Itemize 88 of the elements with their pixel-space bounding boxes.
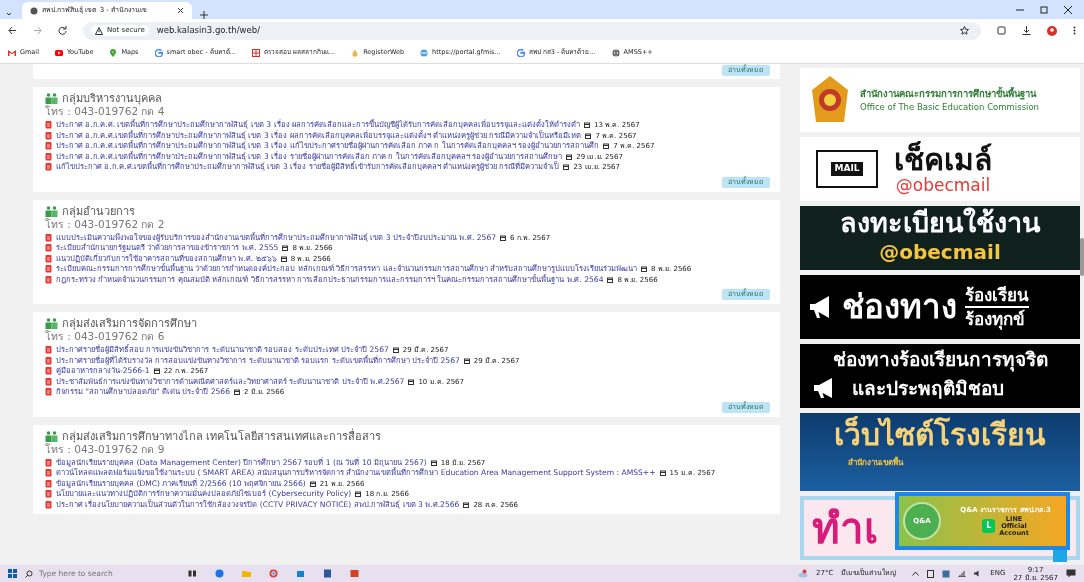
calendar-icon bbox=[309, 480, 316, 487]
banner[interactable]: MAIL เช็คเมล์ @obecmail bbox=[800, 137, 1080, 201]
banner-subtitle: ร้องทุกข์ bbox=[965, 308, 1026, 330]
calendar-icon bbox=[463, 501, 470, 508]
pdf-icon bbox=[45, 458, 52, 467]
calendar-icon bbox=[153, 368, 160, 375]
play-icon bbox=[54, 48, 63, 57]
chevron-up-icon[interactable] bbox=[912, 571, 920, 576]
calendar-icon bbox=[566, 153, 573, 160]
section-phone: โทร : 043-019762 กด 2 bbox=[45, 217, 166, 230]
calendar-icon bbox=[392, 347, 399, 354]
calendar-icon bbox=[430, 459, 437, 466]
calendar-icon bbox=[280, 255, 287, 262]
new-tab-icon[interactable] bbox=[200, 11, 208, 19]
chevron-up-icon bbox=[1057, 560, 1063, 565]
banner-title: ช่องทางร้องเรียนการทุจริต bbox=[831, 347, 1049, 374]
mail-icon bbox=[8, 48, 16, 57]
windows-icon[interactable] bbox=[8, 569, 17, 578]
close-icon[interactable] bbox=[1064, 5, 1072, 14]
menu-icon[interactable] bbox=[1073, 26, 1076, 35]
calendar-icon bbox=[659, 470, 666, 477]
calendar-icon bbox=[584, 122, 590, 129]
back-icon[interactable] bbox=[8, 26, 17, 35]
people-icon bbox=[45, 430, 58, 442]
g-letter-icon bbox=[516, 48, 525, 57]
network-icon[interactable] bbox=[958, 570, 967, 577]
banner-title: สำนักงานคณะกรรมการการศึกษาขั้นพื้นฐาน bbox=[860, 86, 1038, 101]
pdf-icon bbox=[45, 388, 52, 397]
section-title: กลุ่มบริหารงานบุคคล bbox=[62, 92, 162, 105]
banner-title: ทำเ bbox=[812, 504, 878, 553]
scrollbar[interactable] bbox=[1080, 238, 1084, 276]
people-icon bbox=[45, 318, 58, 329]
calendar-icon bbox=[355, 491, 362, 498]
calendar-icon bbox=[585, 132, 592, 139]
section-title: กลุ่มส่งเสริมการจัดการศึกษา bbox=[62, 317, 197, 330]
section-phone: โทร : 043-019762 กด 4 bbox=[45, 105, 166, 117]
calendar-icon bbox=[563, 164, 570, 171]
banner-subtitle: @obecmail bbox=[878, 240, 1002, 264]
banner-subtitle: ร้องเรียน bbox=[965, 284, 1029, 308]
banner-title: ลงทะเบียนใช้งาน bbox=[839, 206, 1042, 240]
section-title: กลุ่มอำนวยการ bbox=[62, 204, 135, 218]
download-icon[interactable] bbox=[1022, 26, 1031, 35]
banner-subtitle: Office of The Basic Education Commission bbox=[860, 100, 1039, 114]
banner-title: ช่องทาง bbox=[842, 286, 957, 329]
globe-icon bbox=[611, 48, 620, 57]
chrome-icon[interactable] bbox=[269, 569, 278, 578]
calendar-icon bbox=[500, 234, 507, 241]
banner[interactable]: ช่องทางร้องเรียนการทุจริต และประพฤติมิชอบ bbox=[800, 344, 1080, 408]
pdf-icon bbox=[45, 163, 52, 172]
calendar-icon bbox=[603, 143, 610, 150]
notification-icon[interactable] bbox=[1066, 569, 1076, 578]
calendar-icon bbox=[463, 357, 470, 364]
globe-icon bbox=[30, 6, 38, 15]
g-letter-icon bbox=[154, 48, 163, 57]
people-icon bbox=[45, 93, 58, 104]
banner-subtitle: @obecmail bbox=[894, 176, 992, 194]
mail-label: MAIL bbox=[831, 162, 863, 176]
drop-icon bbox=[351, 48, 360, 57]
grid-icon bbox=[251, 48, 260, 57]
banner[interactable]: ลงทะเบียนใช้งาน @obecmail bbox=[800, 206, 1080, 270]
close-icon[interactable] bbox=[177, 7, 184, 14]
url-text: web.kalasin3.go.th/web/ bbox=[156, 24, 261, 37]
restore-icon[interactable] bbox=[1040, 5, 1048, 14]
section-phone: โทร : 043-019762 กด 6 bbox=[45, 330, 166, 342]
calendar-icon bbox=[282, 245, 289, 252]
section-phone: โทร : 043-019762 กด 9 bbox=[45, 442, 165, 455]
line-badge: L bbox=[982, 519, 996, 534]
pdf-icon bbox=[45, 233, 52, 242]
calendar-icon bbox=[408, 378, 415, 385]
search-icon bbox=[25, 569, 33, 578]
banner-subtitle: สำนักงานเขตพื้น bbox=[847, 457, 905, 469]
star-icon[interactable] bbox=[960, 26, 969, 35]
calendar-icon bbox=[641, 266, 648, 273]
warning-icon bbox=[95, 26, 103, 35]
calendar-icon bbox=[233, 389, 240, 396]
banner-subtitle: และประพฤติมิชอบ bbox=[852, 376, 1004, 401]
profile-icon[interactable] bbox=[1047, 25, 1057, 36]
weather-icon bbox=[798, 569, 808, 578]
banner-title: เว็บไซต์โรงเรียน bbox=[833, 415, 1047, 454]
calendar-icon bbox=[607, 276, 614, 283]
reload-icon[interactable] bbox=[58, 26, 67, 35]
banner[interactable]: เว็บไซต์โรงเรียน สำนักงานเขตพื้น bbox=[800, 413, 1080, 491]
section-title: กลุ่มส่งเสริมการศึกษาทางไกล เทคโนโลยีสารสนเทศและการสื่อสาร bbox=[62, 429, 382, 443]
map-pin-icon bbox=[109, 48, 118, 57]
globe-icon bbox=[420, 48, 429, 57]
people-icon bbox=[45, 205, 58, 217]
banner[interactable]: สำนักงานคณะกรรมการการศึกษาขั้นพื้นฐาน Office of The Basic Education Commission bbox=[800, 68, 1080, 132]
task-view-icon[interactable] bbox=[188, 569, 197, 578]
